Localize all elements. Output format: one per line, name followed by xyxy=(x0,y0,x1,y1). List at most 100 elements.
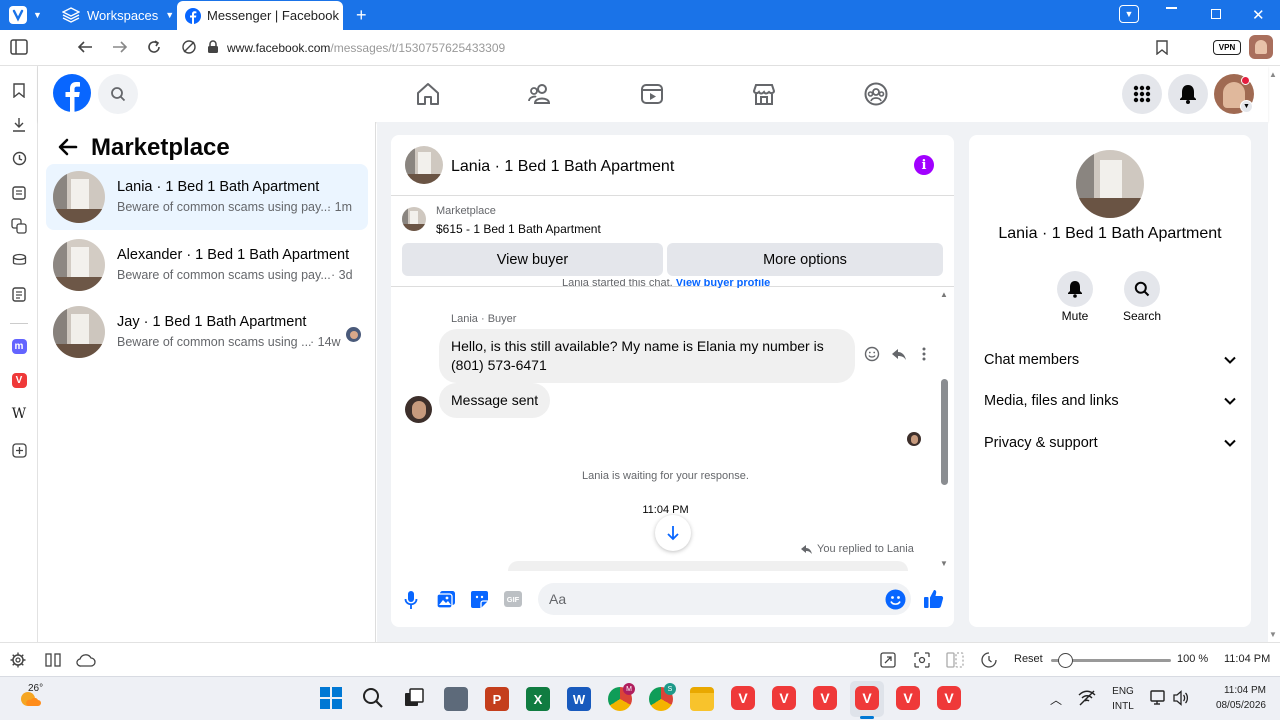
excel-icon[interactable]: X xyxy=(526,687,550,711)
scroll-to-bottom-button[interactable] xyxy=(655,515,691,551)
message-input[interactable]: Aa xyxy=(538,583,911,615)
zoom-slider[interactable] xyxy=(1051,653,1171,668)
bookmarks-panel-icon[interactable] xyxy=(9,80,29,100)
friends-icon[interactable] xyxy=(527,81,553,107)
display-icon[interactable] xyxy=(1150,690,1168,706)
wikipedia-icon[interactable]: W xyxy=(9,404,29,424)
microphone-icon[interactable] xyxy=(404,590,418,610)
downloads-icon[interactable] xyxy=(9,114,29,134)
conversation-avatar[interactable] xyxy=(405,146,443,184)
vivaldi-panel-icon[interactable]: V xyxy=(9,370,29,390)
listing-title[interactable]: $615 - 1 Bed 1 Bath Apartment xyxy=(436,222,601,236)
app-icon[interactable] xyxy=(444,687,468,711)
tile-panels-icon[interactable] xyxy=(45,653,61,667)
scroll-down-icon[interactable]: ▼ xyxy=(940,559,948,568)
chat-members-section[interactable]: Chat members xyxy=(984,352,1236,368)
emoji-icon[interactable] xyxy=(885,589,906,610)
vivaldi-menu-button[interactable]: ▼ xyxy=(9,6,42,24)
back-arrow-icon[interactable] xyxy=(76,39,94,55)
close-window-button[interactable]: ✕ xyxy=(1252,6,1265,24)
lock-icon[interactable] xyxy=(207,40,219,54)
reload-icon[interactable] xyxy=(146,39,162,55)
home-icon[interactable] xyxy=(415,81,441,107)
capture-icon[interactable] xyxy=(914,652,930,668)
sync-cloud-icon[interactable] xyxy=(76,653,96,667)
sticker-icon[interactable] xyxy=(470,590,489,609)
search-button[interactable] xyxy=(98,74,138,114)
more-vertical-icon[interactable] xyxy=(921,346,927,362)
page-scroll-down-icon[interactable]: ▼ xyxy=(1269,630,1277,639)
search-conversation-button[interactable] xyxy=(1124,271,1160,307)
sender-avatar[interactable] xyxy=(405,396,432,423)
menu-grid-button[interactable] xyxy=(1122,74,1162,114)
vivaldi-icon[interactable]: V xyxy=(731,686,755,710)
zoom-slider-handle[interactable] xyxy=(1058,653,1074,668)
back-arrow-icon[interactable] xyxy=(58,138,78,156)
vivaldi-icon[interactable]: V xyxy=(772,686,796,710)
chat-item[interactable]: Alexander · 1 Bed 1 Bath Apartment Bewar… xyxy=(46,232,368,298)
task-view-icon[interactable] xyxy=(404,688,424,708)
chevron-down-icon[interactable]: ▼ xyxy=(1240,100,1253,113)
file-explorer-icon[interactable] xyxy=(690,687,714,711)
url-field[interactable]: www.facebook.com/messages/t/153075762543… xyxy=(227,41,505,55)
language-2[interactable]: INTL xyxy=(1111,701,1135,712)
view-buyer-button[interactable]: View buyer xyxy=(402,243,663,276)
media-files-section[interactable]: Media, files and links xyxy=(984,393,1236,409)
like-icon[interactable] xyxy=(923,588,944,609)
taskbar-time[interactable]: 11:04 PM xyxy=(1196,685,1266,696)
vivaldi-icon[interactable]: V xyxy=(813,686,837,710)
page-actions-icon[interactable] xyxy=(880,652,896,668)
new-tab-button[interactable]: + xyxy=(356,5,367,26)
video-icon[interactable] xyxy=(639,81,665,107)
tiling-icon[interactable] xyxy=(946,652,964,668)
incoming-message[interactable]: Hello, is this still available? My name … xyxy=(439,329,855,383)
taskbar-date[interactable]: 08/05/2026 xyxy=(1196,700,1266,711)
outgoing-message[interactable]: Message sent xyxy=(439,383,551,418)
gif-icon[interactable]: GIF xyxy=(504,591,522,607)
taskbar-search-icon[interactable] xyxy=(362,687,384,709)
mastodon-icon[interactable]: m xyxy=(9,336,29,356)
tab-list-button[interactable]: ▼ xyxy=(1119,5,1139,23)
workspaces-button[interactable]: Workspaces ▼ xyxy=(62,7,174,23)
minimize-button[interactable] xyxy=(1166,7,1177,9)
forward-arrow-icon[interactable] xyxy=(111,39,129,55)
settings-gear-icon[interactable] xyxy=(10,652,26,668)
scroll-up-icon[interactable]: ▲ xyxy=(940,290,948,299)
reading-list-icon[interactable] xyxy=(9,250,29,270)
maximize-button[interactable] xyxy=(1211,9,1221,19)
powerpoint-icon[interactable]: P xyxy=(485,687,509,711)
vivaldi-icon[interactable]: V xyxy=(855,686,879,710)
scrollbar-thumb[interactable] xyxy=(941,379,948,485)
page-scroll-up-icon[interactable]: ▲ xyxy=(1269,70,1277,79)
bookmark-icon[interactable] xyxy=(1156,40,1168,55)
profile-avatar[interactable] xyxy=(1249,35,1273,59)
vivaldi-icon[interactable]: V xyxy=(896,686,920,710)
tracker-blocker-icon[interactable] xyxy=(182,40,196,54)
info-icon[interactable]: i xyxy=(914,155,934,175)
vpn-button[interactable]: VPN xyxy=(1213,40,1241,55)
network-off-icon[interactable] xyxy=(1078,690,1096,706)
volume-icon[interactable] xyxy=(1173,690,1189,706)
react-icon[interactable] xyxy=(864,346,880,362)
chat-item[interactable]: Jay · 1 Bed 1 Bath Apartment Beware of c… xyxy=(46,299,368,365)
vivaldi-icon[interactable]: V xyxy=(937,686,961,710)
start-icon[interactable] xyxy=(320,687,342,709)
zoom-reset-button[interactable]: Reset xyxy=(1014,653,1043,665)
chat-item[interactable]: Lania · 1 Bed 1 Bath Apartment Beware of… xyxy=(46,164,368,230)
translate-icon[interactable] xyxy=(9,216,29,236)
history-icon[interactable] xyxy=(9,148,29,168)
view-buyer-profile-link[interactable]: View buyer profile xyxy=(676,279,771,288)
groups-icon[interactable] xyxy=(863,81,889,107)
notes-icon[interactable] xyxy=(9,182,29,202)
clock-icon[interactable] xyxy=(981,651,997,669)
notes-list-icon[interactable] xyxy=(9,284,29,304)
reply-icon[interactable] xyxy=(891,346,907,362)
chevron-up-icon[interactable]: ︿ xyxy=(1050,691,1062,708)
more-options-button[interactable]: More options xyxy=(667,243,943,276)
add-panel-icon[interactable] xyxy=(9,440,29,460)
notifications-button[interactable] xyxy=(1168,74,1208,114)
word-icon[interactable]: W xyxy=(567,687,591,711)
photo-icon[interactable] xyxy=(436,590,456,609)
marketplace-icon[interactable] xyxy=(751,81,777,107)
panel-toggle-icon[interactable] xyxy=(10,39,28,55)
